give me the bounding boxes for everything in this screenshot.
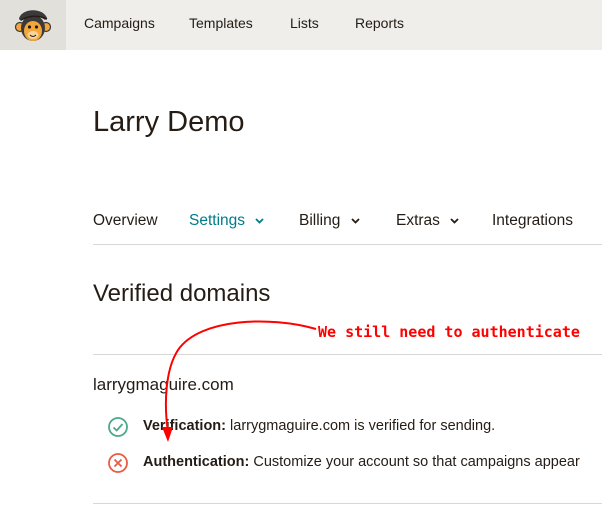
authentication-label: Authentication: xyxy=(143,454,250,470)
tab-settings[interactable]: Settings xyxy=(189,212,264,230)
topnav-templates[interactable]: Templates xyxy=(189,15,253,31)
tab-extras-label: Extras xyxy=(396,212,440,229)
topnav-reports[interactable]: Reports xyxy=(355,15,404,31)
chevron-down-icon xyxy=(450,218,459,224)
mailchimp-logo-button[interactable] xyxy=(0,0,66,50)
topnav-lists[interactable]: Lists xyxy=(290,15,319,31)
account-tabs: Overview Settings Billing Extras Integra… xyxy=(93,212,602,245)
x-circle-icon xyxy=(108,453,128,473)
verification-label: Verification: xyxy=(143,418,226,434)
section-divider-bottom xyxy=(93,503,602,504)
tab-settings-label: Settings xyxy=(189,212,246,229)
tab-integrations-label: Integrations xyxy=(492,212,573,229)
tab-billing-label: Billing xyxy=(299,212,341,229)
tab-overview-label: Overview xyxy=(93,212,158,229)
tab-integrations[interactable]: Integrations xyxy=(492,212,573,230)
section-divider xyxy=(93,354,602,355)
domain-name: larrygmaguire.com xyxy=(93,375,234,394)
chevron-down-icon xyxy=(351,218,360,224)
freddie-monkey-icon xyxy=(14,10,52,41)
verified-domains-heading: Verified domains xyxy=(93,280,271,307)
authentication-status-text: Authentication: Customize your account s… xyxy=(143,454,580,470)
top-navigation-bar: Campaigns Templates Lists Reports xyxy=(0,0,602,50)
verification-status-row: Verification: larrygmaguire.com is verif… xyxy=(107,416,602,438)
account-title: Larry Demo xyxy=(93,106,245,138)
topnav-campaigns[interactable]: Campaigns xyxy=(84,15,155,31)
annotation-callout-text: We still need to authenticate xyxy=(318,323,580,341)
check-circle-icon xyxy=(108,417,128,437)
verification-detail: larrygmaguire.com is verified for sendin… xyxy=(230,418,496,434)
tab-billing[interactable]: Billing xyxy=(299,212,360,230)
tab-overview[interactable]: Overview xyxy=(93,212,158,230)
tab-extras[interactable]: Extras xyxy=(396,212,459,230)
authentication-detail: Customize your account so that campaigns… xyxy=(253,454,580,470)
verification-status-text: Verification: larrygmaguire.com is verif… xyxy=(143,418,495,434)
authentication-status-row: Authentication: Customize your account s… xyxy=(107,452,602,474)
chevron-down-icon xyxy=(255,218,264,224)
